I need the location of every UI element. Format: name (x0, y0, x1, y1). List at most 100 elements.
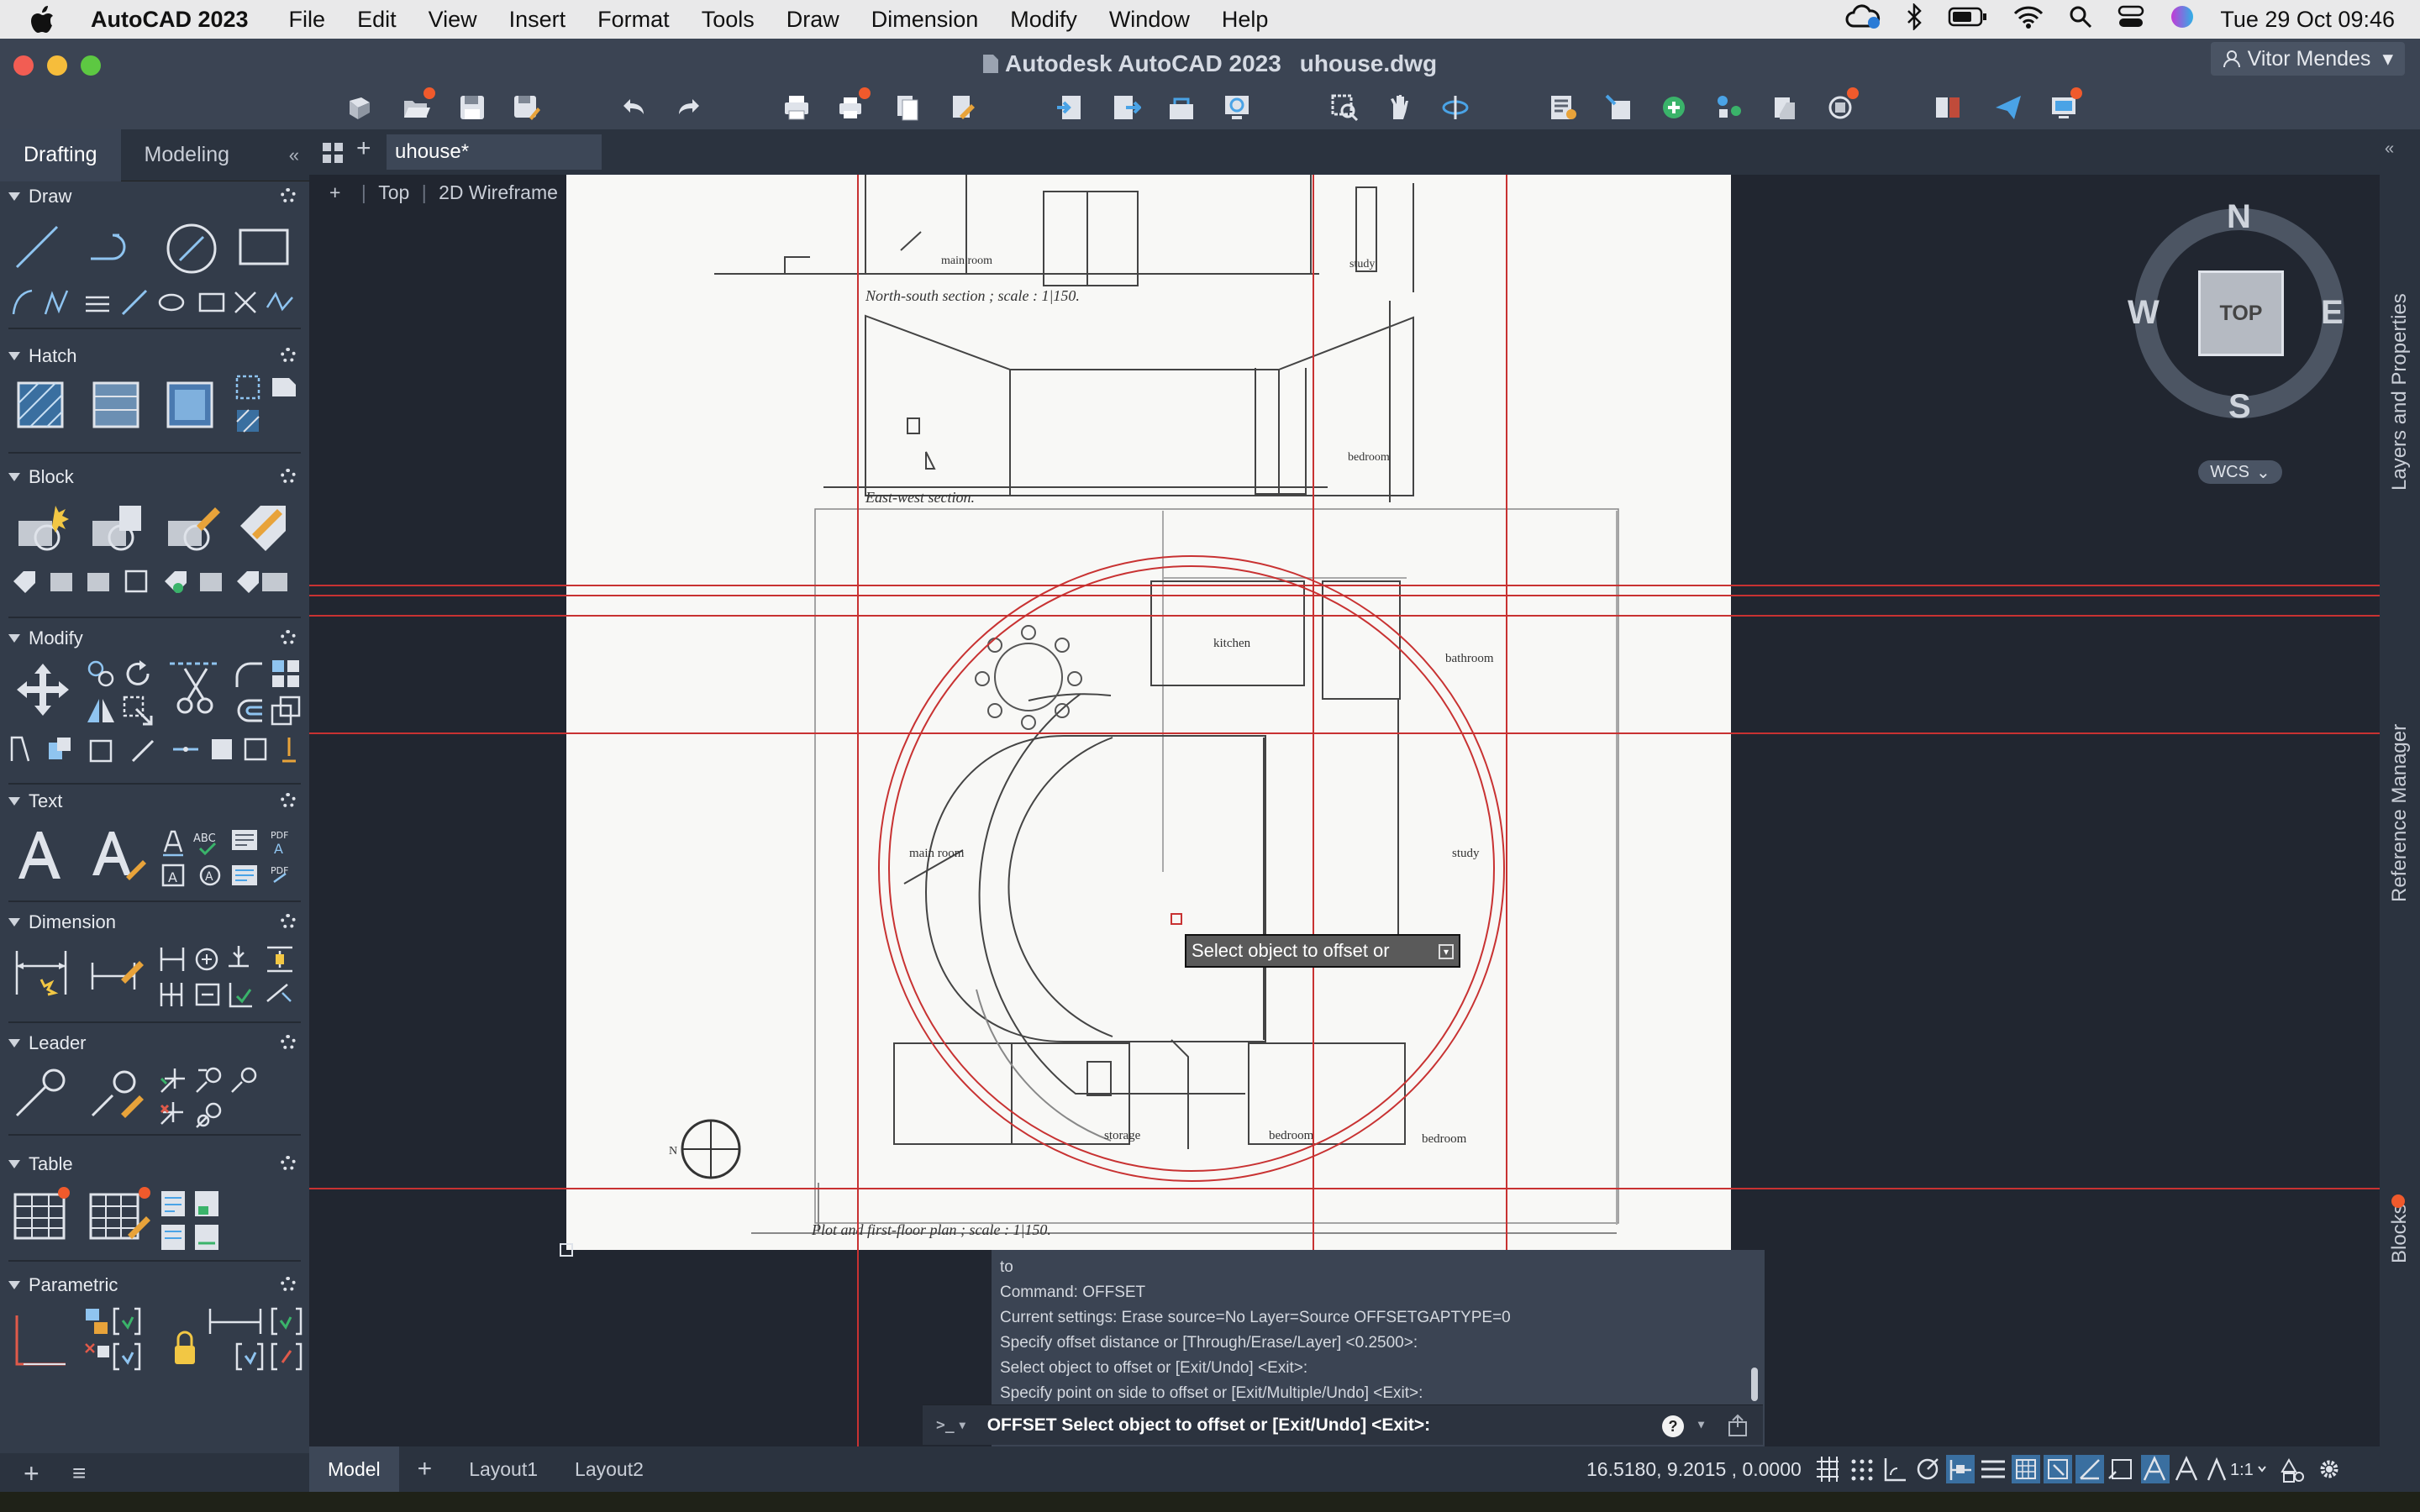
dimension-small-tools[interactable] (158, 941, 302, 1011)
rotate-icon[interactable] (121, 657, 155, 690)
construction-line[interactable] (309, 615, 2380, 617)
command-prompt-icon[interactable]: >_ (936, 1416, 955, 1434)
menu-window[interactable]: Window (1109, 7, 1190, 33)
menu-insert[interactable]: Insert (509, 7, 566, 33)
dimension-section-header[interactable]: Dimension (0, 907, 309, 937)
construction-line[interactable] (309, 585, 2380, 586)
apple-icon[interactable] (30, 0, 66, 39)
zoom-window-icon[interactable] (1328, 91, 1361, 124)
gear-icon[interactable] (281, 793, 296, 808)
construction-line[interactable] (309, 1188, 2380, 1189)
tab-layout1[interactable]: Layout1 (450, 1446, 556, 1492)
new-tab-icon[interactable]: + (356, 134, 371, 163)
multiline-text-icon[interactable] (12, 825, 66, 885)
hatch-small-tools[interactable] (232, 371, 266, 438)
menu-view[interactable]: View (429, 7, 477, 33)
share-icon[interactable] (1165, 91, 1198, 124)
circle-icon[interactable] (165, 222, 218, 276)
stretch-icon[interactable] (121, 694, 155, 727)
gear-icon[interactable] (281, 188, 296, 203)
tool-palettes-icon[interactable] (1712, 91, 1746, 124)
construction-line[interactable] (857, 175, 859, 1446)
dimension-style-icon[interactable] (87, 946, 146, 1000)
layer-manager-icon[interactable] (1931, 91, 1965, 124)
undo-icon[interactable] (617, 91, 650, 124)
blocks-tab[interactable]: Blocks (2388, 1204, 2412, 1263)
tab-modeling[interactable]: Modeling (121, 129, 253, 181)
fillet-icon[interactable] (232, 657, 266, 690)
tab-model[interactable]: Model (309, 1446, 399, 1492)
tab-layout2[interactable]: Layout2 (556, 1446, 662, 1492)
command-input[interactable]: OFFSET Select object to offset or [Exit/… (987, 1415, 1430, 1436)
search-icon[interactable] (2069, 5, 2092, 34)
wifi-icon[interactable] (2013, 5, 2044, 34)
menu-icon[interactable]: ≡ (72, 1460, 86, 1487)
coordinate-readout[interactable]: 16.5180, 9.2015 , 0.0000 (1586, 1458, 1802, 1481)
parametric-small-tools[interactable] (82, 1304, 309, 1374)
geometric-constraint-icon[interactable] (12, 1310, 71, 1369)
single-line-text-icon[interactable] (87, 825, 146, 885)
save-icon[interactable] (455, 91, 489, 124)
raster-floor-plan[interactable]: North-south section ; scale : 1|150. Eas… (566, 175, 1731, 1250)
export-icon[interactable] (1109, 91, 1143, 124)
layers-and-properties-tab[interactable]: Layers and Properties (2388, 293, 2412, 491)
scale-icon[interactable] (269, 694, 302, 727)
mirror-icon[interactable] (84, 694, 118, 727)
control-center-icon[interactable] (2118, 5, 2144, 34)
sheet-set-icon[interactable] (1768, 91, 1802, 124)
menu-help[interactable]: Help (1222, 7, 1269, 33)
construction-line[interactable] (1506, 175, 1507, 1250)
chevron-down-icon[interactable]: ▾ (1698, 1417, 1704, 1431)
tab-drafting[interactable]: Drafting (0, 129, 121, 181)
visual-style-control[interactable]: 2D Wireframe (439, 181, 558, 203)
gear-icon[interactable] (281, 630, 296, 645)
markup-set-icon[interactable] (1823, 87, 1859, 124)
viewport-controls[interactable]: + | Top | 2D Wireframe (329, 181, 558, 204)
construction-line[interactable] (309, 732, 2380, 734)
save-as-icon[interactable] (509, 91, 543, 124)
gear-icon[interactable] (281, 914, 296, 929)
text-section-header[interactable]: Text (0, 786, 309, 816)
gear-icon[interactable] (281, 348, 296, 363)
battery-icon[interactable] (1948, 6, 1988, 34)
import-icon[interactable] (1054, 91, 1087, 124)
view-control[interactable]: Top (378, 181, 409, 203)
redo-icon[interactable] (672, 91, 706, 124)
bluetooth-icon[interactable] (1906, 2, 1923, 36)
rectangle-icon[interactable] (237, 225, 291, 269)
gear-icon[interactable] (281, 469, 296, 484)
region-icon[interactable] (269, 371, 299, 402)
boundary-icon[interactable] (163, 378, 217, 432)
web-mobile-icon[interactable] (1220, 91, 1254, 124)
cloud-sync-icon[interactable] (1845, 3, 1881, 35)
menu-format[interactable]: Format (597, 7, 670, 33)
add-layout-icon[interactable]: + (399, 1446, 451, 1492)
hatch-icon[interactable] (13, 378, 67, 432)
close-window-button[interactable] (13, 55, 34, 76)
table-section-header[interactable]: Table (0, 1149, 309, 1179)
options-dropdown-icon[interactable]: ▾ (1439, 944, 1454, 959)
menu-edit[interactable]: Edit (357, 7, 397, 33)
gradient-icon[interactable] (89, 378, 143, 432)
construction-line[interactable] (1313, 175, 1314, 1250)
block-section-header[interactable]: Block (0, 462, 309, 492)
table-icon[interactable] (12, 1186, 71, 1243)
workspace-icon[interactable] (2047, 87, 2082, 124)
viewcube-south[interactable]: S (2228, 388, 2251, 426)
pan-icon[interactable] (1383, 91, 1417, 124)
orbit-icon[interactable] (1439, 91, 1472, 124)
open-file-icon[interactable] (400, 87, 435, 124)
share-command-icon[interactable] (1726, 1414, 1749, 1442)
line-icon[interactable] (12, 222, 62, 272)
array-icon[interactable] (269, 657, 302, 690)
menu-tools[interactable]: Tools (702, 7, 755, 33)
menu-file[interactable]: File (289, 7, 326, 33)
add-icon[interactable]: + (24, 1458, 39, 1489)
grip-handle[interactable] (560, 1243, 573, 1257)
gear-icon[interactable] (281, 1156, 296, 1171)
text-small-tools[interactable]: ABC PDF A A A PDF (160, 823, 304, 894)
multileader-style-icon[interactable] (87, 1067, 146, 1121)
menu-draw[interactable]: Draw (786, 7, 839, 33)
multileader-icon[interactable] (12, 1067, 71, 1121)
hatch-section-header[interactable]: Hatch (0, 341, 309, 371)
